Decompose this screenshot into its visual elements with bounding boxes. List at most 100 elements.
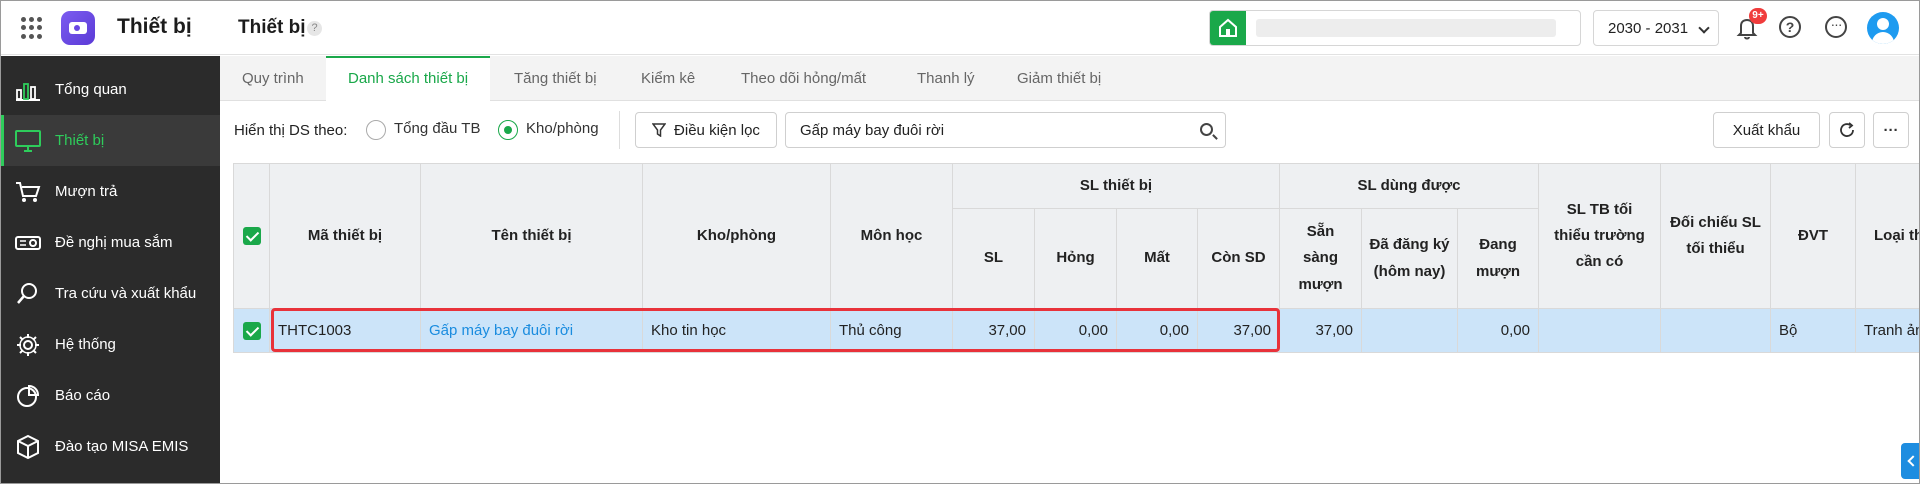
cell-unit: Bộ <box>1771 309 1856 353</box>
projector-icon <box>13 229 43 257</box>
school-name-redacted <box>1256 19 1556 37</box>
header-ready-to-borrow[interactable]: Sẵn sàng mượn <box>1280 209 1362 309</box>
box-icon <box>13 433 43 461</box>
export-button[interactable]: Xuất khẩu <box>1713 112 1820 148</box>
header-type[interactable]: Loại thiết bị <box>1856 164 1919 309</box>
filter-icon <box>652 123 667 137</box>
cell-registered <box>1362 309 1458 353</box>
cell-compare-min <box>1661 309 1771 353</box>
page-title: Thiết bị <box>238 17 306 38</box>
tab-track-damage-loss[interactable]: Theo dõi hỏng/mất <box>719 56 888 101</box>
pie-chart-icon <box>13 382 43 410</box>
cell-subject: Thủ công <box>831 309 953 353</box>
header-remaining[interactable]: Còn SD <box>1198 209 1280 309</box>
sidebar: Tổng quan Thiết bị Mượn trả Đề nghị mua … <box>1 56 220 483</box>
sidebar-item-borrow-return[interactable]: Mượn trả <box>1 166 220 217</box>
equipment-name-link[interactable]: Gấp máy bay đuôi rời <box>429 322 573 339</box>
cell-code: THTC1003 <box>270 309 421 353</box>
radio-label-total-equipment[interactable]: Tổng đầu TB <box>394 120 480 137</box>
sidebar-item-reports[interactable]: Báo cáo <box>1 370 220 421</box>
sidebar-item-label: Tổng quan <box>55 81 127 98</box>
header-name[interactable]: Tên thiết bị <box>421 164 643 309</box>
row-select-cell <box>234 309 270 353</box>
notification-badge: 9+ <box>1749 8 1767 24</box>
header-compare-min[interactable]: Đối chiếu SL tối thiểu <box>1661 164 1771 309</box>
sidebar-item-label: Báo cáo <box>55 387 111 404</box>
cell-min-required <box>1539 309 1661 353</box>
header-lost[interactable]: Mất <box>1117 209 1198 309</box>
more-options-button[interactable]: ··· <box>1873 112 1909 148</box>
sidebar-item-label: Đề nghị mua sắm <box>55 234 173 251</box>
header-group-equipment-qty: SL thiết bị <box>953 164 1280 209</box>
select-all-checkbox[interactable] <box>242 227 261 245</box>
tab-equipment-list[interactable]: Danh sách thiết bị <box>326 56 491 101</box>
monitor-icon <box>13 127 43 155</box>
cell-name: Gấp máy bay đuôi rời <box>421 309 643 353</box>
header-min-required[interactable]: SL TB tối thiểu trường cần có <box>1539 164 1661 309</box>
school-year-select[interactable]: 2030 - 2031 <box>1593 10 1719 46</box>
header-broken[interactable]: Hỏng <box>1035 209 1117 309</box>
avatar[interactable] <box>1867 12 1899 44</box>
sidebar-item-label: Thiết bị <box>55 132 105 149</box>
school-selector[interactable] <box>1209 10 1581 46</box>
tab-liquidation[interactable]: Thanh lý <box>895 56 997 101</box>
header-registered-today[interactable]: Đã đăng ký (hôm nay) <box>1362 209 1458 309</box>
radio-room[interactable] <box>498 120 518 140</box>
cell-borrowing: 0,00 <box>1458 309 1539 353</box>
app-window: Thiết bị Thiết bị ? 2030 - 2031 9+ ? ···… <box>0 0 1920 484</box>
cell-room: Kho tin học <box>643 309 831 353</box>
cell-ready: 37,00 <box>1280 309 1362 353</box>
display-by-label: Hiển thị DS theo: <box>234 122 348 139</box>
sidebar-item-training[interactable]: Đào tạo MISA EMIS <box>1 421 220 472</box>
home-icon[interactable] <box>1210 11 1246 45</box>
cell-lost: 0,00 <box>1117 309 1198 353</box>
help-icon[interactable]: ? <box>307 21 322 36</box>
header-subject[interactable]: Môn học <box>831 164 953 309</box>
sidebar-item-label: Mượn trả <box>55 183 118 200</box>
tab-process[interactable]: Quy trình <box>220 56 326 101</box>
header-room[interactable]: Kho/phòng <box>643 164 831 309</box>
radio-label-room[interactable]: Kho/phòng <box>526 120 599 137</box>
top-bar: Thiết bị Thiết bị ? 2030 - 2031 9+ ? ··· <box>1 1 1919 55</box>
sidebar-item-overview[interactable]: Tổng quan <box>1 64 220 115</box>
tab-increase-equipment[interactable]: Tăng thiết bị <box>492 56 619 101</box>
header-unit[interactable]: ĐVT <box>1771 164 1856 309</box>
search-icon <box>13 280 43 308</box>
chevron-down-icon <box>1698 22 1710 34</box>
sidebar-item-label: Tra cứu và xuất khẩu <box>55 285 197 302</box>
sidebar-item-equipment[interactable]: Thiết bị <box>1 115 220 166</box>
tab-inventory[interactable]: Kiểm kê <box>619 56 717 101</box>
equipment-table: Mã thiết bị Tên thiết bị Kho/phòng Môn h… <box>233 163 1919 353</box>
sidebar-item-lookup-export[interactable]: Tra cứu và xuất khẩu <box>1 268 220 319</box>
apps-grid-icon[interactable] <box>21 17 43 39</box>
cell-remaining: 37,00 <box>1198 309 1280 353</box>
app-logo <box>61 11 95 45</box>
tab-decrease-equipment[interactable]: Giảm thiết bị <box>995 56 1123 101</box>
collapse-panel-button[interactable] <box>1901 443 1919 479</box>
sidebar-item-purchase-request[interactable]: Đề nghị mua sắm <box>1 217 220 268</box>
refresh-icon <box>1838 121 1856 139</box>
search-input[interactable]: Gấp máy bay đuôi rời <box>785 112 1226 148</box>
radio-total-equipment[interactable] <box>366 120 386 140</box>
more-dots-icon: ··· <box>1883 121 1899 139</box>
more-circle-icon[interactable]: ··· <box>1825 16 1847 38</box>
divider <box>619 111 620 149</box>
tab-bar: Quy trình Danh sách thiết bị Tăng thiết … <box>220 56 1919 101</box>
refresh-button[interactable] <box>1829 112 1865 148</box>
filter-condition-button[interactable]: Điều kiện lọc <box>635 112 777 148</box>
header-select-all-cell <box>234 164 270 309</box>
help-circle-icon[interactable]: ? <box>1779 16 1801 38</box>
header-borrowing[interactable]: Đang mượn <box>1458 209 1539 309</box>
cell-qty: 37,00 <box>953 309 1035 353</box>
header-qty[interactable]: SL <box>953 209 1035 309</box>
search-value: Gấp máy bay đuôi rời <box>800 122 945 139</box>
sidebar-item-system[interactable]: Hệ thống <box>1 319 220 370</box>
export-label: Xuất khẩu <box>1732 121 1801 139</box>
app-title: Thiết bị <box>117 15 192 38</box>
cart-icon <box>13 178 43 206</box>
filter-condition-label: Điều kiện lọc <box>674 121 760 139</box>
cell-type: Tranh ảnh <box>1856 309 1919 353</box>
header-code[interactable]: Mã thiết bị <box>270 164 421 309</box>
row-checkbox[interactable] <box>242 321 261 340</box>
search-icon[interactable] <box>1200 123 1213 136</box>
